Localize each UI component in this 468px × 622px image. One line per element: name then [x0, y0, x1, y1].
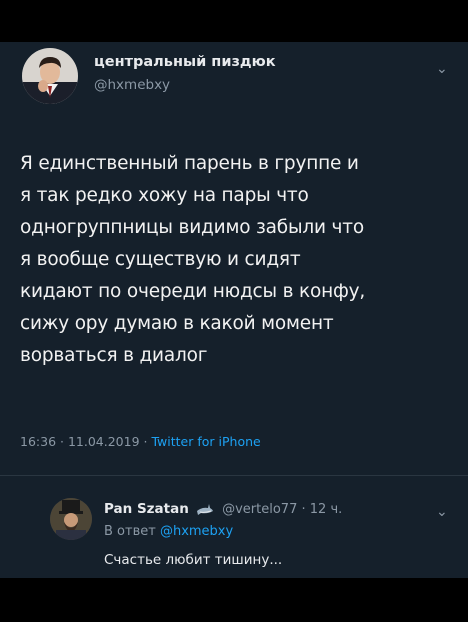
tweet-text-line: Я единственный парень в группе и [20, 153, 359, 174]
tweet-meta: 16:36 · 11.04.2019 · Twitter for iPhone [20, 434, 261, 449]
tweet-screenshot: центральный пиздюк @hxmebxy ⌄ Я единстве… [0, 42, 468, 578]
tweet-text-line: я вообще существую и сидят [20, 249, 301, 270]
tweet-author-handle[interactable]: @hxmebxy [94, 77, 170, 93]
tweet-text-line: ворваться в диалог [20, 345, 208, 366]
reply-author-handle[interactable]: @vertelo77 [222, 502, 297, 517]
tweet-time[interactable]: 16:36 [20, 434, 56, 449]
person-photo-icon [22, 48, 78, 104]
chevron-down-icon[interactable]: ⌄ [436, 62, 448, 76]
person-photo-icon [50, 498, 92, 540]
reply-author-name[interactable]: Pan Szatan [104, 501, 189, 517]
meta-separator: · [301, 502, 310, 517]
tweet-author-name[interactable]: центральный пиздюк [94, 54, 276, 70]
reply-header: Pan Szatan @vertelo77 · 12 ч. [104, 501, 342, 517]
reply-author-avatar[interactable] [50, 498, 92, 540]
meta-separator: · [60, 434, 68, 449]
reply-age[interactable]: 12 ч. [310, 502, 343, 517]
replying-to-handle[interactable]: @hxmebxy [160, 524, 233, 539]
shark-emoji-icon [196, 503, 213, 515]
tweet-text-line: я так редко хожу на пары что [20, 185, 309, 206]
tweet-author-avatar[interactable] [22, 48, 78, 104]
divider [0, 475, 468, 476]
tweet-date[interactable]: 11.04.2019 [68, 434, 140, 449]
tweet-text: Я единственный парень в группе и я так р… [20, 148, 450, 372]
replying-to: В ответ @hxmebxy [104, 524, 233, 539]
tweet-source[interactable]: Twitter for iPhone [151, 434, 260, 449]
reply-text: Счастье любит тишину... [104, 552, 283, 568]
chevron-down-icon[interactable]: ⌄ [436, 505, 448, 519]
tweet-text-line: кидают по очереди нюдсы в конфу, [20, 281, 366, 302]
tweet-text-line: одногруппницы видимо забыли что [20, 217, 364, 238]
tweet-text-line: сижу ору думаю в какой момент [20, 313, 334, 334]
replying-to-label: В ответ [104, 524, 156, 539]
